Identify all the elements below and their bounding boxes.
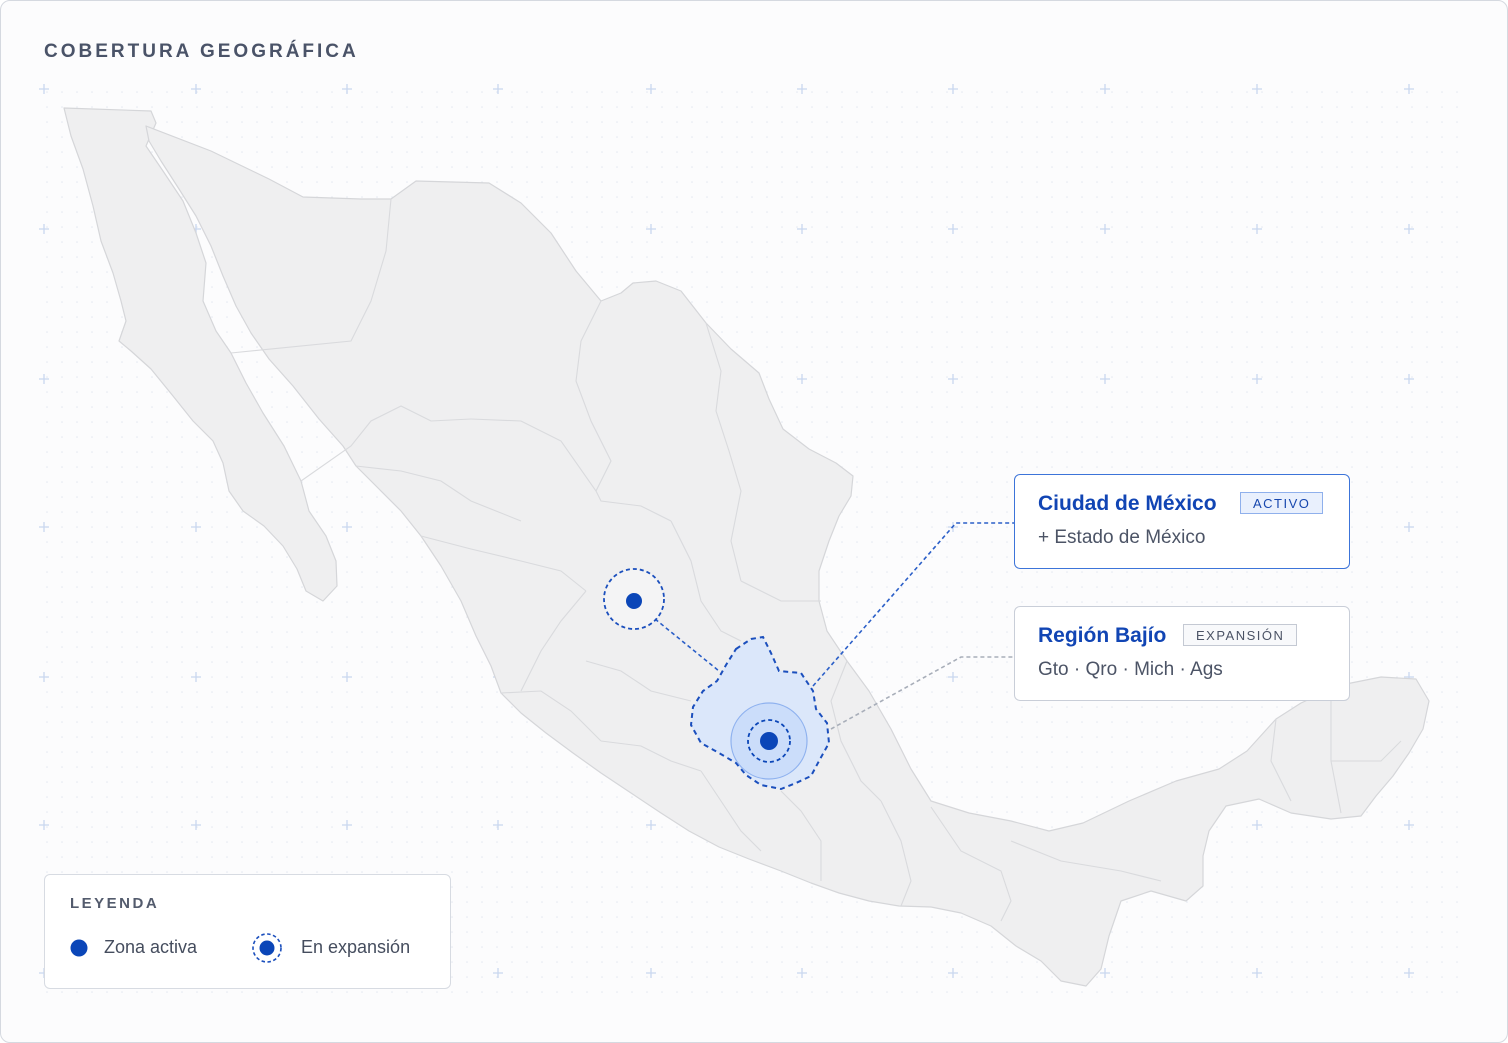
- legend-item-active: Zona activa: [67, 933, 247, 963]
- status-badge-active: ACTIVO: [1240, 492, 1324, 514]
- map-card: COBERTURA GEOGRÁFICA Ciudad de México AC…: [0, 0, 1508, 1043]
- active-zone-marker[interactable]: [730, 702, 808, 780]
- callout-bajio-title: Región Bajío: [1038, 624, 1167, 647]
- legend-title: LEYENDA: [70, 895, 160, 912]
- legend-item-expansion: En expansión: [248, 933, 448, 963]
- legend: LEYENDA Zona activa En expansión: [44, 874, 451, 989]
- expansion-zone-marker[interactable]: [603, 568, 665, 630]
- callout-bajio-subtitle: Gto · Qro · Mich · Ags: [1038, 659, 1223, 680]
- callout-cdmx-subtitle: + Estado de México: [1038, 527, 1206, 548]
- filled-dot-icon: [70, 939, 88, 957]
- callout-bajio[interactable]: Región Bajío EXPANSIÓN Gto · Qro · Mich …: [1014, 606, 1350, 701]
- legend-label-active: Zona activa: [104, 937, 198, 957]
- callout-cdmx[interactable]: Ciudad de México ACTIVO + Estado de Méxi…: [1014, 474, 1350, 569]
- callout-cdmx-title: Ciudad de México: [1038, 492, 1217, 515]
- status-badge-expansion: EXPANSIÓN: [1183, 624, 1298, 646]
- dashed-ring-dot-icon: [252, 933, 282, 963]
- legend-label-expansion: En expansión: [301, 937, 411, 957]
